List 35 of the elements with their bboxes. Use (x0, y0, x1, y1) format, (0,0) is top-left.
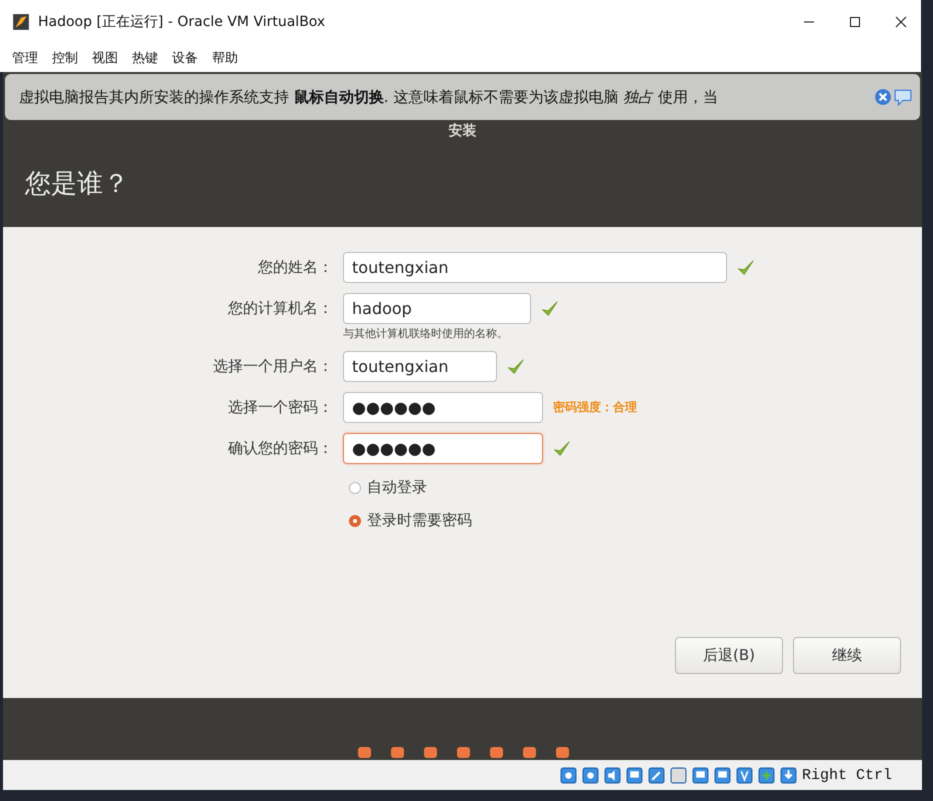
menu-item[interactable]: 管理 (12, 49, 38, 67)
maximize-icon[interactable] (849, 16, 861, 28)
dialog-button[interactable]: 后退(B) (675, 637, 783, 674)
radio-button[interactable] (349, 514, 361, 526)
menu-item[interactable]: 热键 (132, 49, 158, 67)
download-icon[interactable] (780, 766, 797, 784)
audio-icon[interactable] (604, 766, 621, 784)
menu-item[interactable]: 设备 (172, 49, 198, 67)
installer-title: 安装 (448, 122, 476, 140)
input-field[interactable]: ●●●●●● (343, 392, 543, 423)
menu-item[interactable]: 帮助 (212, 49, 238, 67)
field-label: 选择一个密码： (227, 397, 334, 418)
field-label: 选择一个用户名： (212, 356, 334, 377)
field-label: 您的姓名： (257, 257, 334, 278)
menu-item[interactable]: 视图 (92, 49, 118, 67)
message-icon[interactable] (894, 88, 912, 106)
input-field[interactable]: ●●●●●● (343, 433, 543, 464)
input-field[interactable]: toutengxian (343, 351, 497, 382)
dialog-button[interactable]: 继续 (793, 637, 901, 674)
input-field[interactable]: hadoop (343, 293, 531, 324)
field-label: 确认您的密码： (227, 438, 334, 459)
app-icon (12, 13, 30, 31)
window-title: Hadoop [正在运行] - Oracle VM VirtualBox (38, 13, 326, 31)
page-heading: 您是谁？ (25, 168, 129, 201)
radio-button[interactable] (349, 482, 361, 494)
close-icon[interactable] (895, 16, 907, 28)
radio-label[interactable]: 登录时需要密码 (367, 511, 472, 530)
host-key-label: Right Ctrl (802, 766, 892, 784)
field-hint: 与其他计算机联络时使用的名称。 (343, 326, 509, 341)
radio-label[interactable]: 自动登录 (367, 478, 427, 497)
password-strength: 密码强度：合理 (553, 399, 637, 416)
menu-item[interactable]: 控制 (52, 49, 78, 67)
field-label: 您的计算机名： (227, 298, 334, 319)
notification-text: 虚拟电脑报告其内所安装的操作系统支持 鼠标自动切换. 这意味着鼠标不需要为该虚拟电脑 独占 使用，当 (19, 88, 719, 106)
input-field[interactable]: toutengxian (343, 252, 727, 283)
